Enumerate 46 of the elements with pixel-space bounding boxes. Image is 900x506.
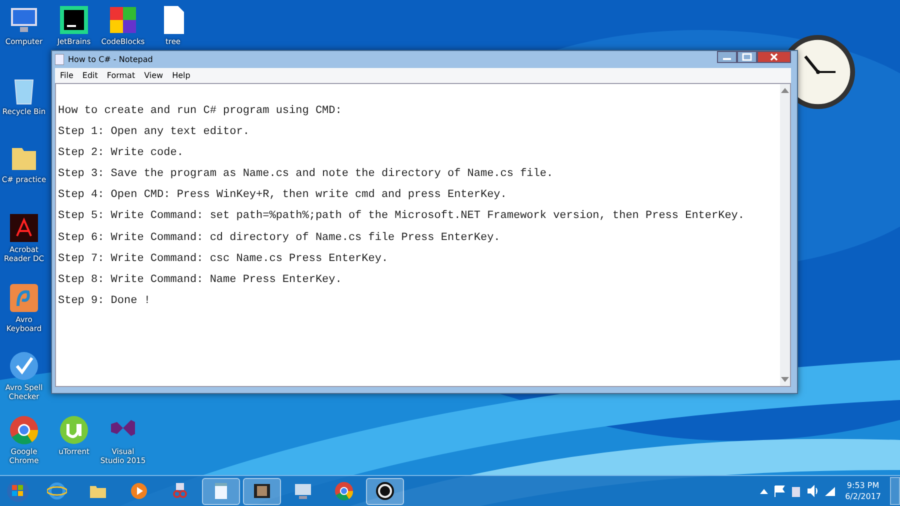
flag-icon[interactable] <box>773 485 786 497</box>
taskbar-button[interactable] <box>243 478 281 504</box>
menu-item[interactable]: Help <box>172 71 190 80</box>
chrome-icon <box>334 481 354 501</box>
maximize-icon <box>742 53 752 61</box>
menu-item[interactable]: View <box>144 71 164 80</box>
text-line: Step 5: Write Command: set path=%path%;path of the Microsoft.NET Framework version, then Press EnterKey. <box>58 209 746 224</box>
menu-item[interactable]: File <box>60 71 74 80</box>
close-icon <box>769 53 779 61</box>
app-icon <box>129 481 149 501</box>
show-hidden-icon[interactable] <box>760 488 768 494</box>
start-button[interactable] <box>6 479 30 503</box>
menu-item[interactable]: Format <box>106 71 136 80</box>
notepad-icon <box>55 54 64 65</box>
up-arrow-icon[interactable] <box>781 88 789 93</box>
text-line: Step 8: Write Command: Name Press EnterKey. <box>58 272 343 288</box>
menu-item[interactable]: Edit <box>82 71 98 80</box>
clock-time[interactable]: 9:53 PM <box>846 480 880 491</box>
text-line: Step 3: Save the program as Name.cs and note the directory of Name.cs file. <box>58 167 554 182</box>
app-icon <box>170 481 190 501</box>
signal-icon[interactable] <box>824 485 836 497</box>
app-icon <box>375 481 395 501</box>
close-button[interactable] <box>757 51 791 63</box>
app-icon[interactable] <box>8 414 40 446</box>
minimize-button[interactable] <box>717 51 737 63</box>
app-icon[interactable] <box>107 4 139 36</box>
app-icon[interactable] <box>58 4 90 36</box>
text-line: Step 6: Write Command: cd directory of Name.cs file Press EnterKey. <box>58 230 502 246</box>
text-line: How to create and run C# program using CMD: <box>58 104 343 119</box>
app-icon[interactable] <box>8 212 40 244</box>
app-icon <box>252 481 272 501</box>
scrollbar[interactable] <box>780 84 790 386</box>
text-line: Step 7: Write Command: csc Name.cs Press EnterKey. <box>58 252 390 267</box>
text-line: Step 2: Write code. <box>58 146 184 162</box>
app-icon[interactable] <box>8 350 40 382</box>
maximize-button[interactable] <box>737 51 757 63</box>
window-title: How to C# - Notepad <box>68 55 153 64</box>
text-line: Step 4: Open CMD: Press WinKey+R, then write cmd and press EnterKey. <box>58 188 508 204</box>
text-line: Step 9: Done ! <box>58 294 152 309</box>
taskbar-button[interactable] <box>366 478 404 504</box>
clock-date[interactable]: 6/2/2017 <box>845 491 881 502</box>
monitor-icon <box>293 481 313 501</box>
text-line: Step 1: Open any text editor. <box>58 125 250 140</box>
app-icon <box>47 481 67 501</box>
volume-icon[interactable] <box>807 485 820 497</box>
down-arrow-icon[interactable] <box>781 377 789 382</box>
